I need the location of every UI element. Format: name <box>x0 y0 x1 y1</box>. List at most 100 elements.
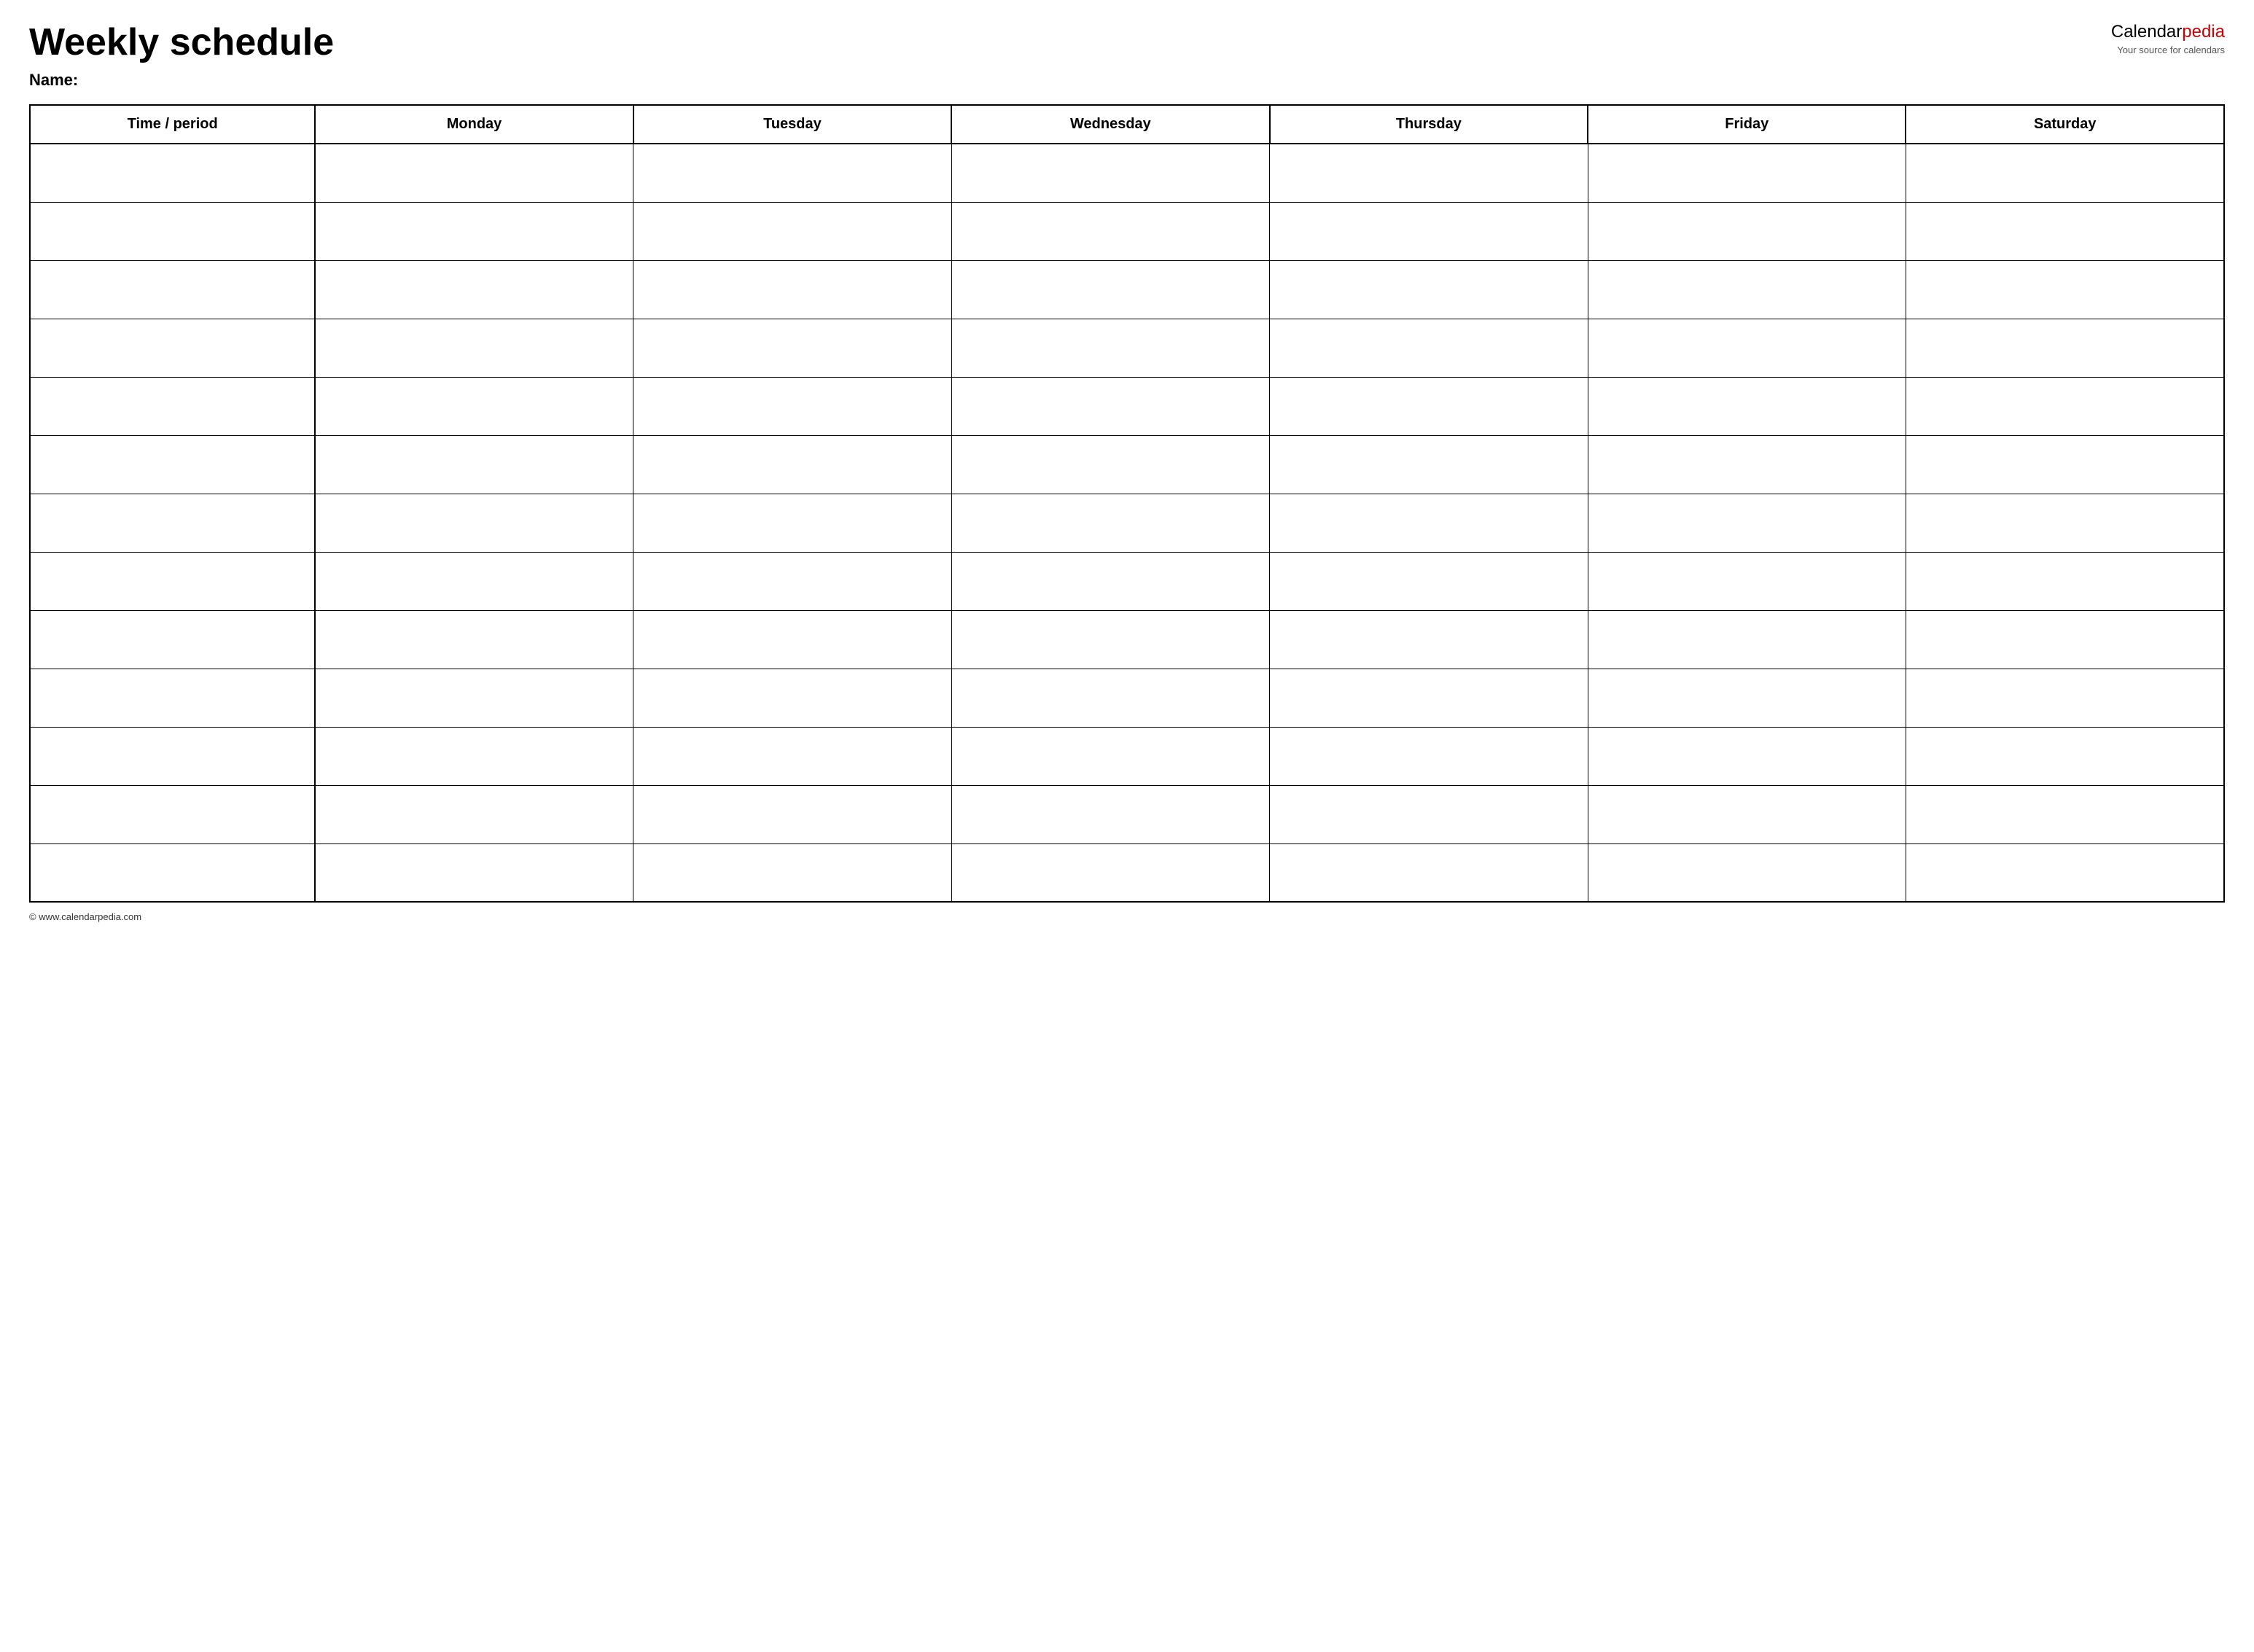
schedule-cell[interactable] <box>1906 552 2224 610</box>
schedule-cell[interactable] <box>633 843 951 902</box>
schedule-cell[interactable] <box>951 202 1269 260</box>
schedule-cell[interactable] <box>315 552 633 610</box>
schedule-cell[interactable] <box>633 377 951 435</box>
schedule-cell[interactable] <box>315 144 633 202</box>
schedule-cell[interactable] <box>315 202 633 260</box>
time-cell[interactable] <box>30 843 315 902</box>
schedule-cell[interactable] <box>1906 202 2224 260</box>
schedule-cell[interactable] <box>1588 319 1906 377</box>
schedule-cell[interactable] <box>1906 785 2224 843</box>
schedule-cell[interactable] <box>951 435 1269 494</box>
schedule-cell[interactable] <box>1906 669 2224 727</box>
schedule-cell[interactable] <box>633 494 951 552</box>
schedule-cell[interactable] <box>1588 435 1906 494</box>
table-row <box>30 144 2224 202</box>
schedule-cell[interactable] <box>633 144 951 202</box>
time-cell[interactable] <box>30 727 315 785</box>
schedule-cell[interactable] <box>1588 552 1906 610</box>
schedule-cell[interactable] <box>951 260 1269 319</box>
schedule-cell[interactable] <box>1270 494 1588 552</box>
schedule-cell[interactable] <box>1906 260 2224 319</box>
schedule-cell[interactable] <box>951 610 1269 669</box>
schedule-cell[interactable] <box>315 669 633 727</box>
schedule-cell[interactable] <box>1588 785 1906 843</box>
schedule-cell[interactable] <box>1588 202 1906 260</box>
time-cell[interactable] <box>30 552 315 610</box>
schedule-cell[interactable] <box>633 669 951 727</box>
schedule-cell[interactable] <box>951 552 1269 610</box>
schedule-cell[interactable] <box>1906 319 2224 377</box>
schedule-cell[interactable] <box>633 610 951 669</box>
schedule-cell[interactable] <box>1270 843 1588 902</box>
schedule-cell[interactable] <box>951 319 1269 377</box>
time-cell[interactable] <box>30 610 315 669</box>
schedule-cell[interactable] <box>1588 669 1906 727</box>
schedule-cell[interactable] <box>951 669 1269 727</box>
schedule-cell[interactable] <box>951 843 1269 902</box>
copyright-text: © www.calendarpedia.com <box>29 911 141 922</box>
time-cell[interactable] <box>30 377 315 435</box>
schedule-cell[interactable] <box>633 319 951 377</box>
schedule-cell[interactable] <box>633 260 951 319</box>
schedule-cell[interactable] <box>315 260 633 319</box>
schedule-cell[interactable] <box>1588 610 1906 669</box>
time-cell[interactable] <box>30 260 315 319</box>
schedule-cell[interactable] <box>1906 435 2224 494</box>
time-cell[interactable] <box>30 144 315 202</box>
table-row <box>30 843 2224 902</box>
schedule-cell[interactable] <box>1906 610 2224 669</box>
time-cell[interactable] <box>30 785 315 843</box>
schedule-cell[interactable] <box>315 727 633 785</box>
schedule-cell[interactable] <box>951 785 1269 843</box>
schedule-cell[interactable] <box>633 435 951 494</box>
schedule-cell[interactable] <box>633 202 951 260</box>
schedule-cell[interactable] <box>1270 727 1588 785</box>
schedule-cell[interactable] <box>1588 727 1906 785</box>
schedule-cell[interactable] <box>951 377 1269 435</box>
col-header-friday: Friday <box>1588 105 1906 144</box>
schedule-cell[interactable] <box>315 377 633 435</box>
schedule-cell[interactable] <box>1270 552 1588 610</box>
schedule-cell[interactable] <box>1906 377 2224 435</box>
schedule-cell[interactable] <box>1588 494 1906 552</box>
title-section: Weekly schedule Name: <box>29 22 2097 90</box>
schedule-cell[interactable] <box>315 494 633 552</box>
schedule-cell[interactable] <box>951 727 1269 785</box>
logo-text: Calendarpedia <box>2111 22 2225 43</box>
time-cell[interactable] <box>30 669 315 727</box>
schedule-cell[interactable] <box>315 319 633 377</box>
schedule-cell[interactable] <box>1270 669 1588 727</box>
schedule-cell[interactable] <box>1906 494 2224 552</box>
schedule-cell[interactable] <box>1270 319 1588 377</box>
time-cell[interactable] <box>30 494 315 552</box>
schedule-cell[interactable] <box>1270 260 1588 319</box>
schedule-cell[interactable] <box>633 785 951 843</box>
schedule-cell[interactable] <box>1270 202 1588 260</box>
schedule-cell[interactable] <box>1270 377 1588 435</box>
schedule-cell[interactable] <box>1906 843 2224 902</box>
time-cell[interactable] <box>30 202 315 260</box>
schedule-cell[interactable] <box>1270 785 1588 843</box>
schedule-cell[interactable] <box>1270 435 1588 494</box>
schedule-cell[interactable] <box>951 494 1269 552</box>
schedule-cell[interactable] <box>315 785 633 843</box>
time-cell[interactable] <box>30 319 315 377</box>
col-header-time: Time / period <box>30 105 315 144</box>
schedule-cell[interactable] <box>1588 144 1906 202</box>
schedule-cell[interactable] <box>633 552 951 610</box>
time-cell[interactable] <box>30 435 315 494</box>
schedule-cell[interactable] <box>1906 727 2224 785</box>
table-row <box>30 202 2224 260</box>
schedule-cell[interactable] <box>315 610 633 669</box>
schedule-cell[interactable] <box>1270 144 1588 202</box>
schedule-cell[interactable] <box>1588 843 1906 902</box>
schedule-cell[interactable] <box>1270 610 1588 669</box>
schedule-cell[interactable] <box>315 843 633 902</box>
schedule-cell[interactable] <box>633 727 951 785</box>
schedule-cell[interactable] <box>1906 144 2224 202</box>
schedule-cell[interactable] <box>1588 377 1906 435</box>
schedule-cell[interactable] <box>951 144 1269 202</box>
schedule-cell[interactable] <box>315 435 633 494</box>
schedule-cell[interactable] <box>1588 260 1906 319</box>
table-row <box>30 319 2224 377</box>
